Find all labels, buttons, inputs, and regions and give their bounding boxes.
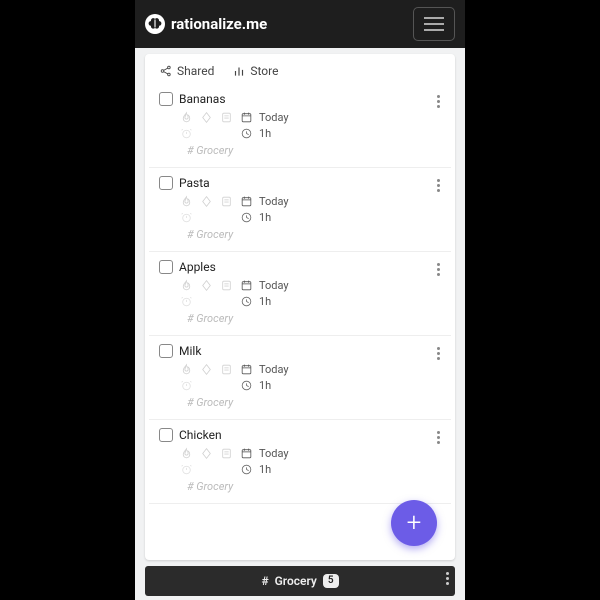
task-title[interactable]: Milk: [179, 344, 201, 358]
tag-bar[interactable]: # Grocery 5: [145, 566, 455, 596]
tag-name: Grocery: [275, 574, 317, 588]
diamond-icon: [199, 446, 213, 460]
task-menu-button[interactable]: [429, 176, 447, 194]
alarm-icon: [179, 126, 193, 140]
task-checkbox[interactable]: [159, 176, 173, 190]
task-duration: 1h: [259, 295, 271, 308]
calendar-icon[interactable]: [239, 194, 253, 208]
task-title[interactable]: Pasta: [179, 176, 210, 190]
task-list[interactable]: Bananas Today 1h # Grocery Pasta: [145, 84, 455, 560]
calendar-icon[interactable]: [239, 362, 253, 376]
task-title[interactable]: Apples: [179, 260, 216, 274]
task-checkbox[interactable]: [159, 92, 173, 106]
alarm-icon: [179, 378, 193, 392]
share-icon: [159, 64, 173, 78]
task-checkbox[interactable]: [159, 428, 173, 442]
calendar-icon[interactable]: [239, 446, 253, 460]
task-duration: 1h: [259, 463, 271, 476]
calendar-icon[interactable]: [239, 110, 253, 124]
task-menu-button[interactable]: [429, 92, 447, 110]
alarm-icon: [179, 294, 193, 308]
fire-icon: [179, 278, 193, 292]
task-duration: 1h: [259, 127, 271, 140]
task-duration: 1h: [259, 211, 271, 224]
clock-icon[interactable]: [239, 294, 253, 308]
hash-icon: #: [261, 574, 268, 588]
fire-icon: [179, 446, 193, 460]
diamond-icon: [199, 110, 213, 124]
task-date: Today: [259, 111, 289, 124]
note-icon: [219, 362, 233, 376]
fire-icon: [179, 194, 193, 208]
tabs-row: Shared Store: [145, 54, 455, 84]
task-card: Shared Store Bananas Today 1h # Gro: [145, 54, 455, 560]
task-menu-button[interactable]: [429, 428, 447, 446]
alarm-icon: [179, 210, 193, 224]
plus-icon: +: [407, 508, 422, 538]
clock-icon[interactable]: [239, 126, 253, 140]
task-item: Chicken Today 1h # Grocery: [149, 420, 451, 504]
brain-icon: [145, 14, 165, 34]
task-tag[interactable]: # Grocery: [159, 144, 445, 157]
task-tag[interactable]: # Grocery: [159, 396, 445, 409]
task-date: Today: [259, 279, 289, 292]
tab-store[interactable]: Store: [232, 64, 278, 78]
diamond-icon: [199, 194, 213, 208]
fire-icon: [179, 110, 193, 124]
clock-icon[interactable]: [239, 210, 253, 224]
alarm-icon: [179, 462, 193, 476]
task-item: Apples Today 1h # Grocery: [149, 252, 451, 336]
task-menu-button[interactable]: [429, 260, 447, 278]
clock-icon[interactable]: [239, 378, 253, 392]
task-date: Today: [259, 363, 289, 376]
diamond-icon: [199, 278, 213, 292]
tab-store-label: Store: [250, 64, 278, 78]
calendar-icon[interactable]: [239, 278, 253, 292]
task-tag[interactable]: # Grocery: [159, 228, 445, 241]
fire-icon: [179, 362, 193, 376]
note-icon: [219, 194, 233, 208]
task-checkbox[interactable]: [159, 344, 173, 358]
app-header: rationalize.me: [135, 0, 465, 48]
task-date: Today: [259, 195, 289, 208]
diamond-icon: [199, 362, 213, 376]
tab-shared[interactable]: Shared: [159, 64, 214, 78]
task-item: Bananas Today 1h # Grocery: [149, 84, 451, 168]
task-title[interactable]: Chicken: [179, 428, 222, 442]
tag-count-badge: 5: [323, 574, 339, 588]
add-task-fab[interactable]: +: [391, 500, 437, 546]
task-duration: 1h: [259, 379, 271, 392]
task-date: Today: [259, 447, 289, 460]
tag-menu-button[interactable]: [446, 572, 449, 585]
task-tag[interactable]: # Grocery: [159, 480, 445, 493]
brand[interactable]: rationalize.me: [145, 14, 267, 34]
bars-icon: [232, 64, 246, 78]
task-item: Pasta Today 1h # Grocery: [149, 168, 451, 252]
app-viewport: rationalize.me Shared Store Bananas: [135, 0, 465, 600]
task-item: Milk Today 1h # Grocery: [149, 336, 451, 420]
brand-text: rationalize.me: [171, 15, 267, 33]
note-icon: [219, 110, 233, 124]
task-menu-button[interactable]: [429, 344, 447, 362]
note-icon: [219, 446, 233, 460]
tab-shared-label: Shared: [177, 64, 214, 78]
task-title[interactable]: Bananas: [179, 92, 226, 106]
menu-button[interactable]: [413, 7, 455, 41]
task-checkbox[interactable]: [159, 260, 173, 274]
task-tag[interactable]: # Grocery: [159, 312, 445, 325]
note-icon: [219, 278, 233, 292]
clock-icon[interactable]: [239, 462, 253, 476]
